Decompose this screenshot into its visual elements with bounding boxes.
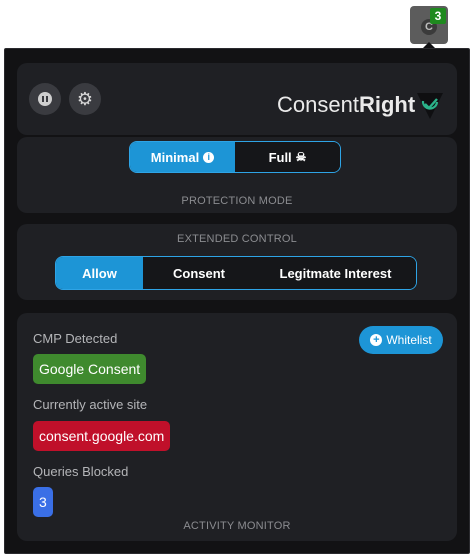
plus-circle-icon: +: [370, 334, 383, 346]
activity-monitor-caption: ACTIVITY MONITOR: [183, 520, 291, 532]
extended-control-caption: EXTENDED CONTROL: [177, 233, 297, 245]
active-site-label: Currently active site: [33, 397, 148, 412]
protection-mode-caption: PROTECTION MODE: [181, 195, 293, 207]
mode-minimal-button[interactable]: Minimal i: [130, 142, 235, 172]
extension-popup: ⚙ ConsentRight Minimal i Full ☠ PROTECTI…: [4, 48, 470, 554]
activity-monitor-card: + Whitelist CMP Detected Google Consent …: [17, 313, 457, 541]
checkmark-shield-icon: [417, 93, 443, 119]
allow-button[interactable]: Allow: [56, 257, 143, 289]
brand-name-part2: Right: [358, 92, 416, 117]
mode-full-button[interactable]: Full ☠: [235, 142, 340, 172]
queries-blocked-label: Queries Blocked: [33, 464, 129, 479]
pause-button[interactable]: [29, 83, 61, 115]
consent-button[interactable]: Consent: [143, 257, 255, 289]
skull-crossbones-icon: ☠: [295, 150, 307, 164]
legitimate-interest-label: Legitmate Interest: [279, 265, 392, 281]
mode-full-label: Full: [268, 149, 292, 165]
legitimate-interest-button[interactable]: Legitmate Interest: [255, 257, 416, 289]
brand-name-part1: Consent: [277, 92, 359, 117]
blocked-count-badge: 3: [430, 8, 446, 24]
protection-mode-card: Minimal i Full ☠ PROTECTION MODE: [17, 137, 457, 213]
gear-icon: ⚙: [76, 89, 94, 109]
whitelist-button[interactable]: + Whitelist: [359, 326, 443, 354]
settings-button[interactable]: ⚙: [69, 83, 101, 115]
header-card: ⚙ ConsentRight: [17, 63, 457, 135]
active-site-badge: consent.google.com: [33, 421, 171, 451]
allow-label: Allow: [82, 265, 117, 281]
consent-label: Consent: [173, 265, 225, 281]
extended-control-toggle: Allow Consent Legitmate Interest: [55, 256, 417, 290]
whitelist-label: Whitelist: [386, 333, 432, 347]
cmp-value-badge: Google Consent: [33, 354, 147, 384]
protection-mode-toggle: Minimal i Full ☠: [129, 141, 341, 173]
info-icon: i: [203, 151, 215, 163]
mode-minimal-label: Minimal: [150, 149, 200, 165]
extended-control-card: EXTENDED CONTROL Allow Consent Legitmate…: [17, 224, 457, 300]
brand-name: ConsentRight: [277, 91, 415, 119]
pause-icon: [38, 92, 52, 106]
extension-toolbar-button[interactable]: C 3: [410, 6, 448, 44]
queries-blocked-badge: 3: [33, 487, 53, 517]
cmp-detected-label: CMP Detected: [33, 331, 118, 346]
